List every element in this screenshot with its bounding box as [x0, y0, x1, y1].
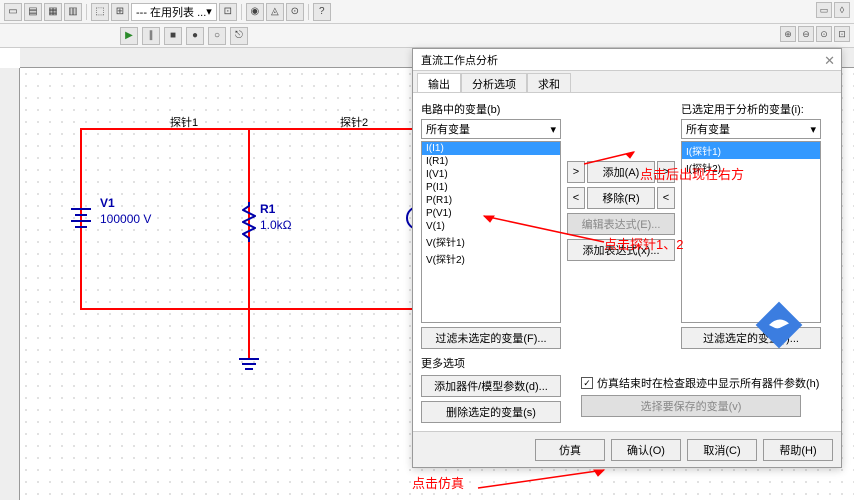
ok-button[interactable]: 确认(O) — [611, 439, 681, 461]
tool-btn-3[interactable]: ▦ — [44, 3, 62, 21]
add-model-button[interactable]: 添加器件/模型参数(d)... — [421, 375, 561, 397]
list-item[interactable]: P(I1) — [422, 181, 560, 194]
dialog-body: 电路中的变量(b) 所有变量▾ I(I1) I(R1) I(V1) P(I1) … — [413, 93, 841, 431]
chevron-down-icon: ▾ — [550, 123, 556, 136]
annotation-after-click: 点击后出现在右方 — [640, 164, 744, 183]
r1-value: 1.0kΩ — [260, 218, 292, 232]
zoom-icon-1[interactable]: ⊕ — [780, 26, 796, 42]
probe2-label: 探针2 — [340, 114, 368, 130]
play-button[interactable]: ▶ — [120, 27, 138, 45]
top-right-tools: ▭ ◊ — [816, 2, 850, 18]
remove-button[interactable]: 移除(R) — [587, 187, 655, 209]
show-params-checkbox[interactable]: ✓仿真结束时在检查跟迹中显示所有器件参数(h) — [581, 375, 819, 391]
zoom-tools: ⊕ ⊖ ⊙ ⊡ — [780, 26, 850, 42]
dc-operating-point-dialog: 直流工作点分析 ✕ 输出 分析选项 求和 电路中的变量(b) 所有变量▾ I(I… — [412, 48, 842, 468]
mini-icon-2[interactable]: ◊ — [834, 2, 850, 18]
more-options-label: 更多选项 — [421, 355, 833, 371]
separator — [86, 4, 87, 20]
r1-name: R1 — [260, 202, 275, 216]
stop-button[interactable]: ■ — [164, 27, 182, 45]
checkbox-icon: ✓ — [581, 377, 593, 389]
right-label: 已选定用于分析的变量(i): — [681, 101, 821, 117]
delete-var-button[interactable]: 删除选定的变量(s) — [421, 401, 561, 423]
record-button[interactable]: ○ — [208, 27, 226, 45]
mini-icon-1[interactable]: ▭ — [816, 2, 832, 18]
list-dropdown[interactable]: --- 在用列表 ...▾ — [131, 3, 217, 21]
list-item[interactable]: I(I1) — [422, 142, 560, 155]
dialog-footer: 仿真 确认(O) 取消(C) 帮助(H) — [413, 431, 841, 467]
tab-options[interactable]: 分析选项 — [461, 73, 527, 92]
v1-value: 100000 V — [100, 212, 151, 226]
help-button[interactable]: 帮助(H) — [763, 439, 833, 461]
tab-sum[interactable]: 求和 — [527, 73, 571, 92]
right-select[interactable]: 所有变量▾ — [681, 119, 821, 139]
annotation-click-probe: 点击探针1、2 — [604, 234, 683, 253]
tool-btn-4[interactable]: ▥ — [64, 3, 82, 21]
run-toolbar: ▶ ∥ ■ ● ○ ⎋ — [0, 24, 854, 48]
tool-btn-6[interactable]: ⊞ — [111, 3, 129, 21]
separator — [241, 4, 242, 20]
zoom-icon-2[interactable]: ⊖ — [798, 26, 814, 42]
chevron-down-icon: ▾ — [206, 5, 212, 18]
tool-btn-8[interactable]: ◉ — [246, 3, 264, 21]
simulate-button[interactable]: 仿真 — [535, 439, 605, 461]
tool-btn-10[interactable]: ⊙ — [286, 3, 304, 21]
step-button[interactable]: ● — [186, 27, 204, 45]
wire-left — [80, 128, 82, 308]
tab-output[interactable]: 输出 — [417, 73, 461, 92]
tool-btn-1[interactable]: ▭ — [4, 3, 22, 21]
probe1-label: 探针1 — [170, 114, 198, 130]
resistor-r1[interactable] — [242, 202, 256, 234]
ruler-vertical — [0, 68, 20, 500]
chevron-down-icon: ▾ — [810, 123, 816, 136]
pause-button[interactable]: ∥ — [142, 27, 160, 45]
tool-btn-7[interactable]: ⊡ — [219, 3, 237, 21]
list-item[interactable]: I(R1) — [422, 155, 560, 168]
tool-btn-2[interactable]: ▤ — [24, 3, 42, 21]
analysis-button[interactable]: ⎋ — [230, 27, 248, 45]
filter-left-button[interactable]: 过滤未选定的变量(F)... — [421, 327, 561, 349]
app-logo-icon — [754, 300, 804, 350]
chev-left[interactable]: < — [567, 187, 585, 209]
list-item[interactable]: I(探针1) — [682, 142, 820, 159]
help-button[interactable]: ? — [313, 3, 331, 21]
close-icon[interactable]: ✕ — [824, 53, 835, 69]
list-item[interactable]: P(R1) — [422, 194, 560, 207]
wire-bottom — [80, 308, 420, 310]
annotation-click-sim: 点击仿真 — [412, 473, 464, 492]
tool-btn-5[interactable]: ⬚ — [91, 3, 109, 21]
v1-name: V1 — [100, 196, 115, 210]
chev-right[interactable]: > — [567, 161, 585, 183]
left-label: 电路中的变量(b) — [421, 101, 561, 117]
cancel-button[interactable]: 取消(C) — [687, 439, 757, 461]
zoom-icon-3[interactable]: ⊙ — [816, 26, 832, 42]
left-select[interactable]: 所有变量▾ — [421, 119, 561, 139]
dialog-tabs: 输出 分析选项 求和 — [413, 71, 841, 93]
list-item[interactable]: V(探针2) — [422, 250, 560, 267]
wire-gnd — [248, 308, 250, 358]
tool-btn-9[interactable]: ◬ — [266, 3, 284, 21]
main-toolbar: ▭ ▤ ▦ ▥ ⬚ ⊞ --- 在用列表 ...▾ ⊡ ◉ ◬ ⊙ ? — [0, 0, 854, 24]
separator — [308, 4, 309, 20]
chev-left-2[interactable]: < — [657, 187, 675, 209]
ground[interactable] — [248, 358, 250, 376]
zoom-icon-4[interactable]: ⊡ — [834, 26, 850, 42]
list-item[interactable]: I(V1) — [422, 168, 560, 181]
save-var-button: 选择要保存的变量(v) — [581, 395, 801, 417]
wire-top — [80, 128, 420, 130]
dialog-title: 直流工作点分析 ✕ — [413, 49, 841, 71]
